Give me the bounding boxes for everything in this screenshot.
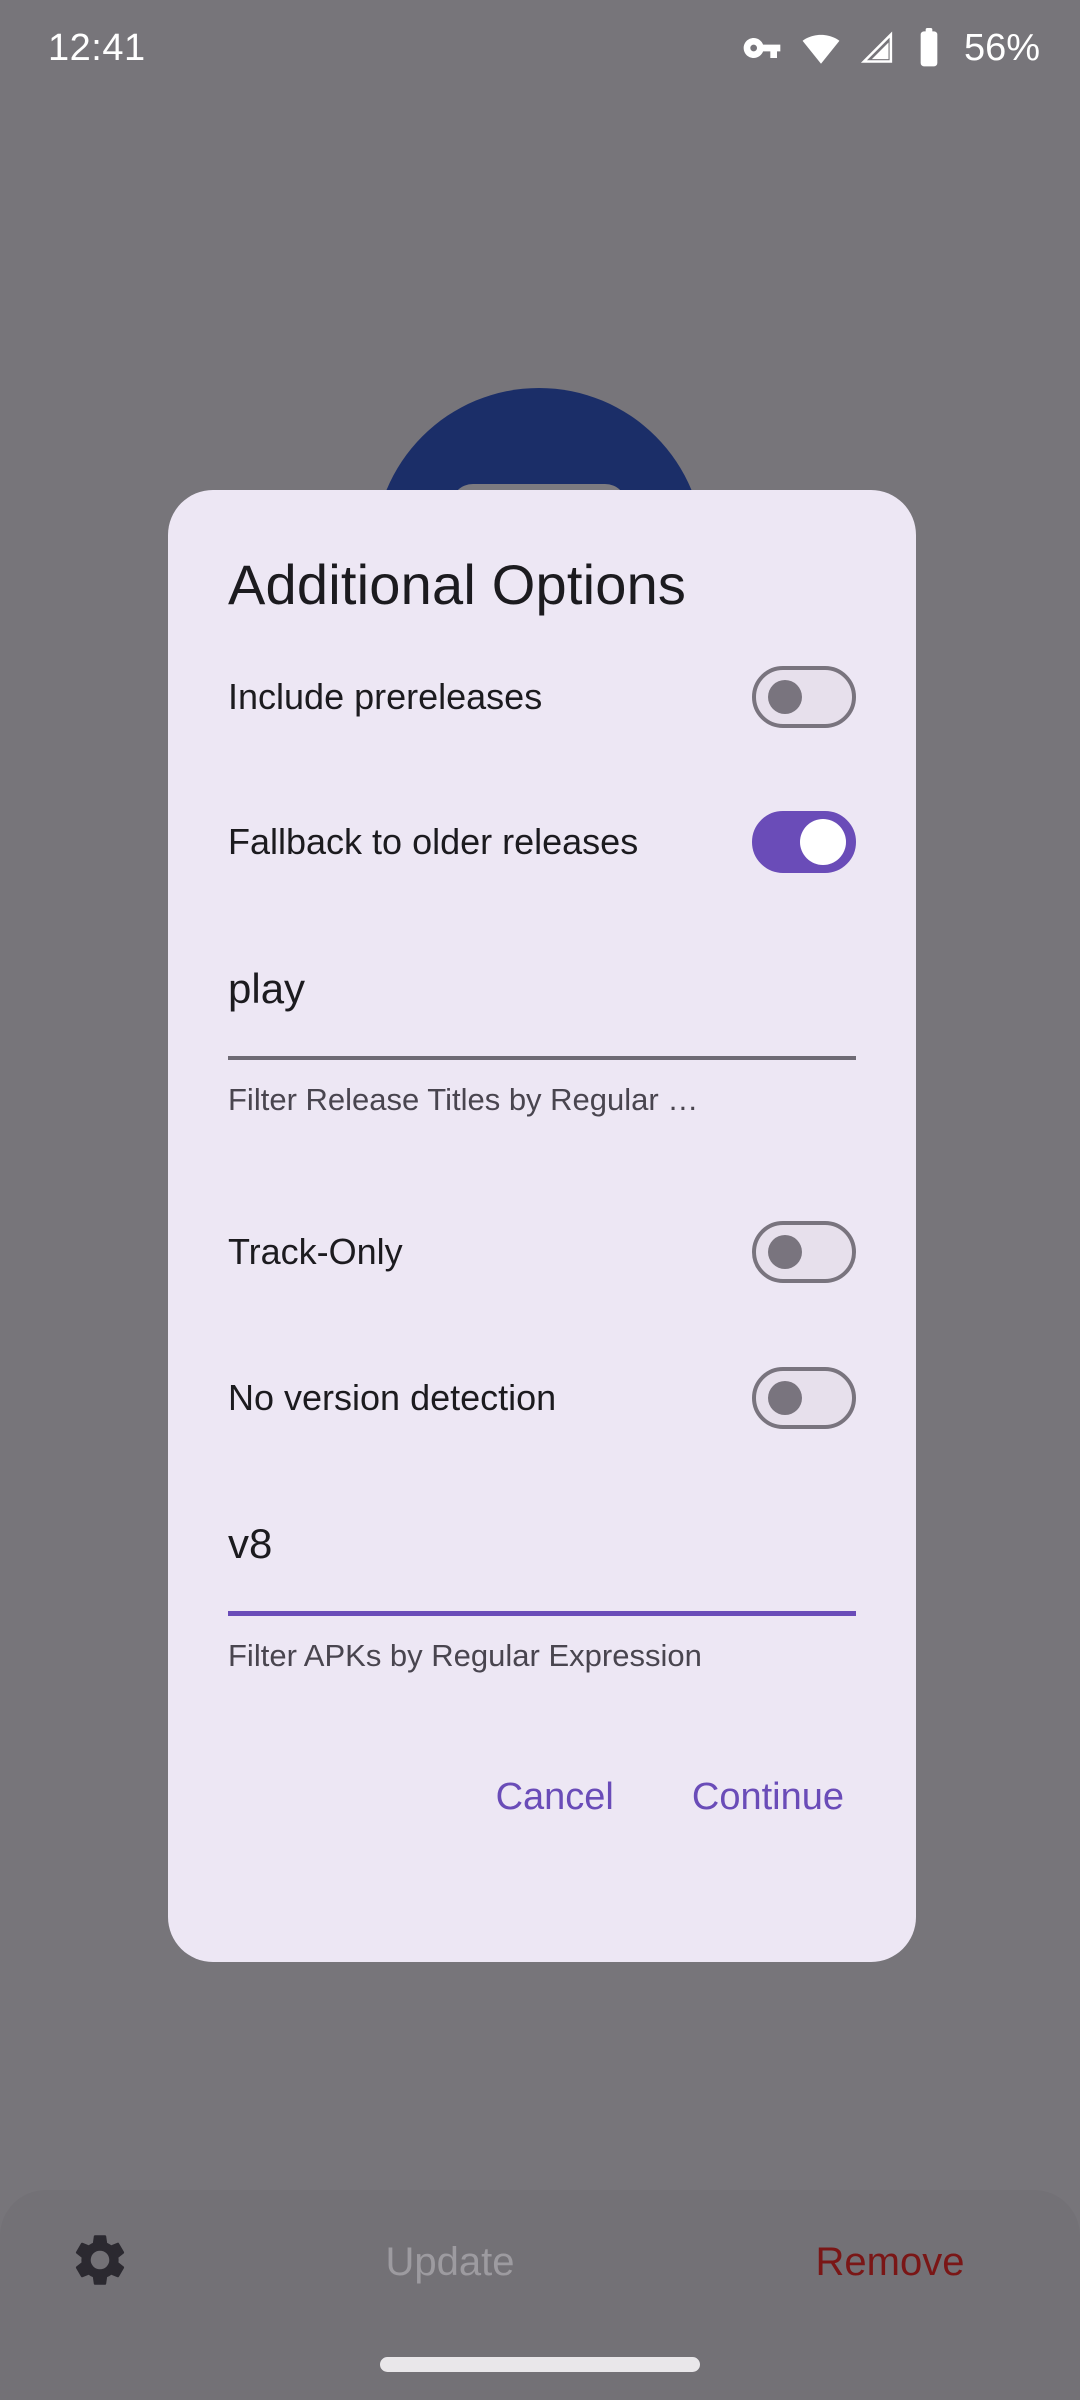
release-title-filter-field[interactable]: play Filter Release Titles by Regular … <box>228 960 856 1118</box>
switch-fallback-older-releases[interactable] <box>752 811 856 873</box>
switch-label-no-version-detection: No version detection <box>228 1377 557 1418</box>
switch-no-version-detection[interactable] <box>752 1367 856 1429</box>
status-bar: 12:41 56% <box>0 0 1080 96</box>
home-gesture-indicator[interactable] <box>380 2357 700 2372</box>
release-title-filter-helper: Filter Release Titles by Regular … <box>228 1082 699 1117</box>
switch-thumb <box>800 819 846 865</box>
apk-filter-helper: Filter APKs by Regular Expression <box>228 1638 702 1673</box>
dialog-title: Additional Options <box>228 553 687 616</box>
bottom-action-bar: Update Remove <box>0 2190 1080 2400</box>
status-icons: 56% <box>742 27 1040 70</box>
switch-thumb <box>768 1381 802 1415</box>
switch-include-prereleases[interactable] <box>752 666 856 728</box>
cancel-button[interactable]: Cancel <box>472 1762 638 1833</box>
remove-button[interactable]: Remove <box>700 2240 1080 2285</box>
apk-filter-field[interactable]: v8 Filter APKs by Regular Expression <box>228 1515 856 1674</box>
release-title-filter-value[interactable]: play <box>228 960 856 1018</box>
phone-screen: Update Remove 12:41 56% Additional Optio… <box>0 0 1080 2400</box>
settings-button[interactable] <box>0 2229 200 2296</box>
switch-thumb <box>768 1235 802 1269</box>
apk-filter-value[interactable]: v8 <box>228 1515 856 1573</box>
switch-thumb <box>768 680 802 714</box>
battery-icon <box>916 28 942 68</box>
continue-button[interactable]: Continue <box>668 1762 868 1833</box>
cellular-signal-icon <box>860 29 898 67</box>
switch-label-track-only: Track-Only <box>228 1231 403 1272</box>
gear-icon <box>69 2229 131 2296</box>
bottom-actions-row: Update Remove <box>0 2190 1080 2335</box>
vpn-key-icon <box>742 28 782 68</box>
switch-row-no-version-detection[interactable]: No version detection <box>228 1356 856 1440</box>
switch-label-fallback-older-releases: Fallback to older releases <box>228 821 639 862</box>
status-clock: 12:41 <box>48 26 146 69</box>
update-button[interactable]: Update <box>200 2240 700 2285</box>
additional-options-dialog: Additional Options Include prereleases F… <box>168 490 916 1962</box>
release-title-filter-underline <box>228 1056 856 1060</box>
switch-label-include-prereleases: Include prereleases <box>228 676 543 717</box>
apk-filter-underline <box>228 1611 856 1616</box>
battery-percent-label: 56% <box>963 26 1040 69</box>
switch-row-track-only[interactable]: Track-Only <box>228 1210 856 1294</box>
switch-row-include-prereleases[interactable]: Include prereleases <box>228 655 856 739</box>
wifi-icon <box>800 27 842 69</box>
dialog-actions: Cancel Continue <box>228 1762 868 1833</box>
switch-row-fallback-older-releases[interactable]: Fallback to older releases <box>228 800 856 884</box>
switch-track-only[interactable] <box>752 1221 856 1283</box>
